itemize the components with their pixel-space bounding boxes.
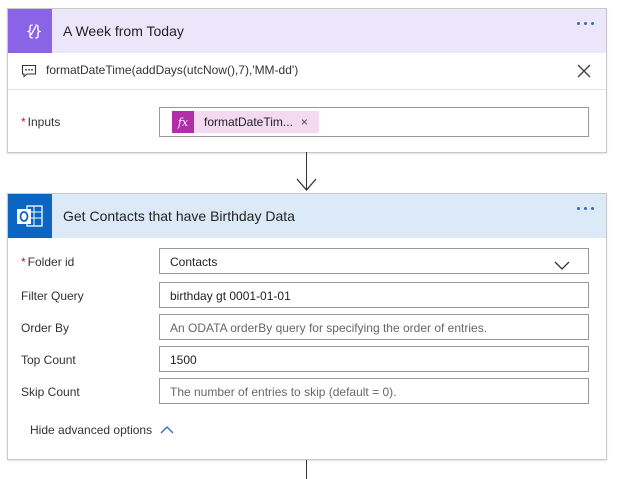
compose-step-header[interactable]: { } A Week from Today — [8, 9, 606, 53]
hide-advanced-options-button[interactable]: Hide advanced options — [30, 423, 174, 437]
chevron-down-icon — [554, 257, 570, 275]
expression-token[interactable]: fx formatDateTim... × — [172, 111, 319, 133]
outlook-icon — [8, 194, 52, 238]
folder-id-label: * Folder id — [21, 255, 75, 269]
hide-advanced-label: Hide advanced options — [30, 423, 153, 437]
variable-braces-icon: { } — [8, 9, 52, 53]
fx-icon: fx — [172, 111, 194, 133]
flow-connector-bottom — [306, 460, 307, 479]
comment-text[interactable]: formatDateTime(addDays(utcNow(),7),'MM-d… — [46, 63, 298, 77]
close-icon[interactable] — [576, 63, 592, 84]
comment-icon — [21, 64, 37, 83]
more-options-icon[interactable] — [577, 22, 594, 25]
top-count-label: Top Count — [21, 353, 76, 367]
step-title: Get Contacts that have Birthday Data — [63, 208, 295, 224]
svg-text:}: } — [33, 22, 42, 40]
skip-count-label: Skip Count — [21, 385, 80, 399]
folder-id-select[interactable]: Contacts — [159, 248, 589, 274]
more-options-icon[interactable] — [577, 207, 594, 210]
order-by-input[interactable]: An ODATA orderBy query for specifying th… — [159, 314, 589, 340]
filter-query-label: Filter Query — [21, 289, 84, 303]
filter-query-input[interactable]: birthday gt 0001-01-01 — [159, 282, 589, 308]
order-by-placeholder: An ODATA orderBy query for specifying th… — [170, 321, 488, 335]
order-by-label: Order By — [21, 321, 70, 335]
inputs-field[interactable]: fx formatDateTim... × — [159, 107, 589, 137]
top-count-input[interactable]: 1500 — [159, 346, 589, 372]
step-title: A Week from Today — [63, 23, 184, 39]
filter-query-value: birthday gt 0001-01-01 — [170, 289, 291, 303]
chevron-up-icon — [160, 426, 174, 434]
inputs-label: * Inputs — [21, 115, 61, 129]
skip-count-placeholder: The number of entries to skip (default =… — [170, 385, 397, 399]
comment-row: formatDateTime(addDays(utcNow(),7),'MM-d… — [8, 53, 606, 90]
get-contacts-step-card: Get Contacts that have Birthday Data * Fo… — [7, 193, 607, 460]
folder-id-value: Contacts — [170, 255, 218, 269]
token-label: formatDateTim... — [204, 115, 293, 129]
remove-token-icon[interactable]: × — [301, 115, 308, 129]
get-contacts-step-header[interactable]: Get Contacts that have Birthday Data — [8, 194, 606, 238]
skip-count-input[interactable]: The number of entries to skip (default =… — [159, 378, 589, 404]
compose-step-card: { } A Week from Today formatDateTime(add… — [7, 8, 607, 153]
arrow-down-icon — [296, 178, 317, 191]
top-count-value: 1500 — [170, 353, 197, 367]
